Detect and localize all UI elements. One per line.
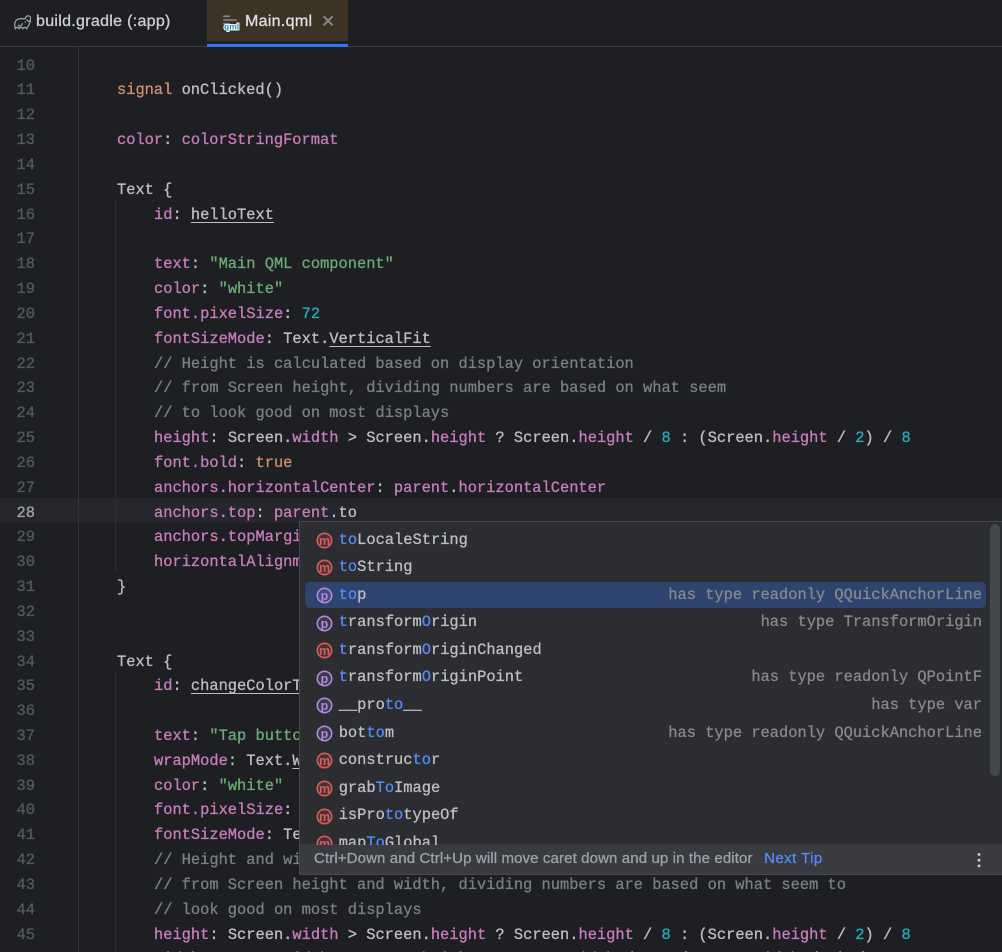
svg-text:qml: qml	[224, 22, 239, 32]
svg-text:p: p	[321, 727, 329, 741]
svg-text:m: m	[319, 561, 330, 575]
svg-text:m: m	[319, 782, 330, 796]
svg-text:m: m	[319, 809, 330, 823]
svg-text:m: m	[319, 534, 330, 548]
svg-text:m: m	[319, 644, 330, 658]
svg-text:m: m	[319, 754, 330, 768]
svg-text:p: p	[321, 672, 329, 686]
svg-text:p: p	[321, 616, 329, 630]
svg-text:m: m	[319, 837, 330, 844]
svg-text:p: p	[321, 589, 329, 603]
svg-text:p: p	[321, 699, 329, 713]
